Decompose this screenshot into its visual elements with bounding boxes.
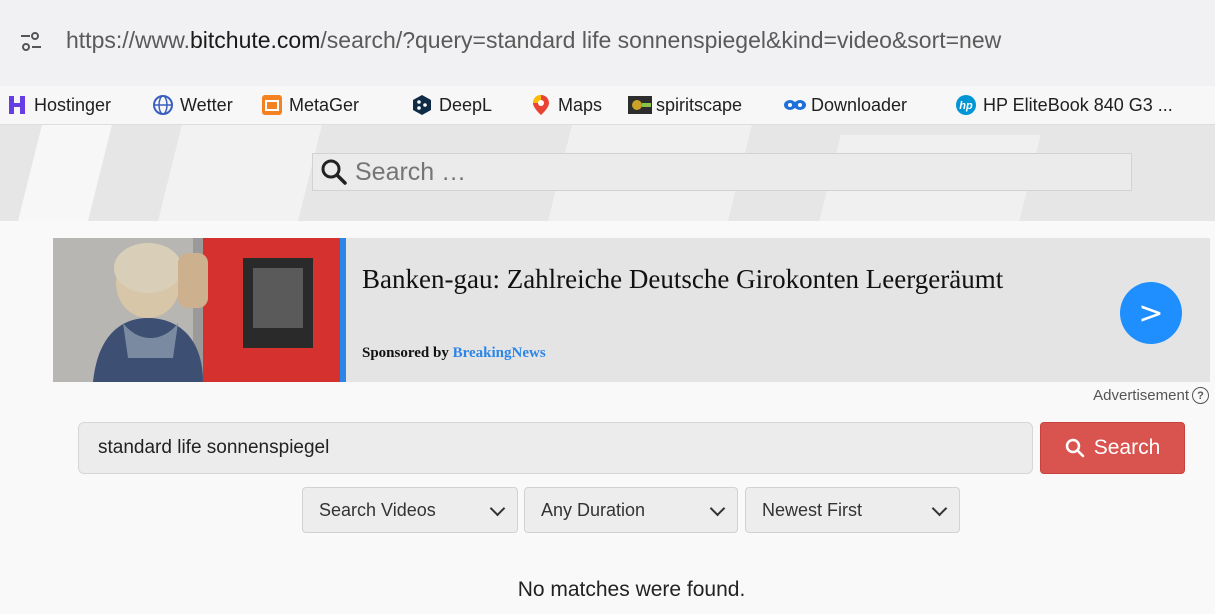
header-search-box[interactable]	[312, 153, 1132, 191]
duration-select-value: Any Duration	[541, 499, 646, 520]
bookmark-wetter[interactable]: Wetter	[152, 86, 233, 124]
bookmark-label: DeepL	[439, 94, 493, 115]
bookmark-label: Wetter	[180, 94, 233, 115]
chevron-down-icon	[489, 500, 506, 517]
search-icon	[1065, 438, 1085, 458]
chevron-down-icon	[931, 500, 948, 517]
svg-text:hp: hp	[959, 100, 973, 112]
bookmark-spiritscape[interactable]: spiritscape	[628, 86, 742, 124]
ad-image[interactable]	[53, 238, 340, 382]
bookmark-label: Hostinger	[34, 94, 112, 115]
search-button[interactable]: Search	[1040, 422, 1185, 474]
site-header	[0, 125, 1215, 221]
kind-select-value: Search Videos	[319, 499, 436, 520]
bookmark-label: MetaGer	[289, 94, 360, 115]
search-icon	[319, 157, 349, 187]
hostinger-icon	[6, 94, 28, 116]
help-icon[interactable]: ?	[1192, 387, 1209, 404]
ad-sponsor-line: Sponsored by BreakingNews	[362, 345, 546, 362]
url-text[interactable]: https://www.bitchute.com/search/?query=s…	[66, 27, 1001, 54]
bookmark-metager[interactable]: MetaGer	[261, 86, 359, 124]
advertisement-banner[interactable]: Banken-gau: Zahlreiche Deutsche Girokont…	[53, 238, 1210, 382]
url-path: /search/?query=standard life sonnenspieg…	[320, 27, 1002, 53]
bookmark-label: spiritscape	[656, 94, 743, 115]
query-input[interactable]	[78, 422, 1033, 474]
url-domain: bitchute.com	[189, 27, 321, 53]
kind-select[interactable]: Search Videos	[302, 487, 518, 533]
header-background-logo	[18, 125, 112, 221]
search-button-label: Search	[1093, 436, 1161, 459]
advertisement-label: Advertisement?	[1093, 387, 1209, 404]
sort-select-value: Newest First	[762, 499, 863, 520]
ad-next-button[interactable]: >	[1120, 282, 1182, 344]
bookmark-downloader[interactable]: Downloader	[783, 86, 907, 124]
chevron-down-icon	[709, 500, 726, 517]
downloader-icon	[783, 94, 806, 116]
bookmark-hp-elitebook[interactable]: hp HP EliteBook 840 G3 ...	[955, 86, 1173, 124]
url-prefix: https://www.	[66, 27, 190, 53]
map-pin-icon	[530, 94, 552, 116]
ad-sponsor-prefix: Sponsored by	[362, 345, 453, 361]
duration-select[interactable]: Any Duration	[524, 487, 738, 533]
bookmark-label: Downloader	[811, 94, 908, 115]
ad-title[interactable]: Banken-gau: Zahlreiche Deutsche Girokont…	[362, 260, 1082, 298]
header-background-logo	[158, 125, 322, 221]
site-settings-icon[interactable]	[20, 32, 42, 52]
spiritscape-icon	[628, 94, 652, 116]
deepl-icon	[411, 94, 433, 116]
ad-sponsor-name[interactable]: BreakingNews	[453, 345, 546, 361]
bookmark-hostinger[interactable]: Hostinger	[6, 86, 111, 124]
browser-url-bar[interactable]: https://www.bitchute.com/search/?query=s…	[0, 0, 1215, 86]
metager-icon	[261, 94, 283, 116]
bookmark-label: HP EliteBook 840 G3 ...	[983, 94, 1173, 115]
globe-icon	[152, 94, 174, 116]
bookmark-deepl[interactable]: DeepL	[411, 86, 492, 124]
bookmark-maps[interactable]: Maps	[530, 86, 602, 124]
no-results-message: No matches were found.	[517, 578, 746, 601]
hp-icon: hp	[955, 94, 977, 116]
sort-select[interactable]: Newest First	[745, 487, 960, 533]
bookmarks-bar: Hostinger Wetter MetaGer DeepL Maps spir…	[0, 86, 1215, 125]
ad-accent-bar	[340, 238, 346, 382]
header-search-input[interactable]	[353, 156, 1117, 188]
advertisement-label-text: Advertisement	[1093, 387, 1189, 404]
bookmark-label: Maps	[558, 94, 603, 115]
